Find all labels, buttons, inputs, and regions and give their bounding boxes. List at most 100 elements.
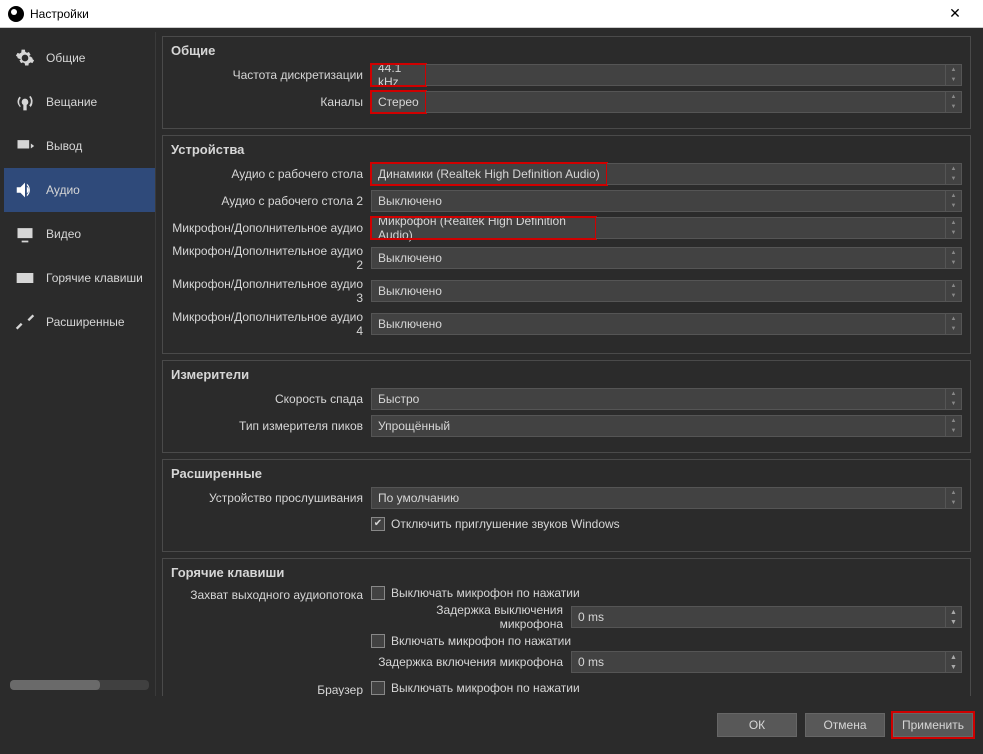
decay-label: Скорость спада <box>171 392 371 406</box>
apply-button[interactable]: Применить <box>893 713 973 737</box>
audio-icon <box>14 179 36 201</box>
ok-button[interactable]: ОК <box>717 713 797 737</box>
spinner-icon[interactable]: ▲▼ <box>945 416 961 436</box>
sidebar-label: Расширенные <box>46 315 125 329</box>
section-title: Устройства <box>171 142 962 157</box>
sidebar-item-stream[interactable]: Вещание <box>4 80 155 124</box>
mic-aux2-value: Выключено <box>378 251 442 265</box>
spinner-icon[interactable]: ▲▼ <box>945 218 961 238</box>
sidebar-label: Горячие клавиши <box>46 271 143 285</box>
sidebar-item-audio[interactable]: Аудио <box>4 168 155 212</box>
sidebar-label: Аудио <box>46 183 80 197</box>
footer: ОК Отмена Применить <box>0 700 983 750</box>
spinner-icon[interactable]: ▲▼ <box>945 607 961 627</box>
spinner-icon[interactable]: ▲▼ <box>945 314 961 334</box>
spinner-icon[interactable]: ▲▼ <box>945 488 961 508</box>
sample-rate-value: 44.1 kHz <box>378 61 419 89</box>
sidebar-label: Вещание <box>46 95 97 109</box>
mute-delay-label: Задержка выключения микрофона <box>371 603 571 631</box>
output-icon <box>14 135 36 157</box>
sidebar-item-output[interactable]: Вывод <box>4 124 155 168</box>
spinner-icon[interactable]: ▲▼ <box>945 164 961 184</box>
titlebar: Настройки ✕ <box>0 0 983 28</box>
channels-select[interactable]: Стерео <box>371 91 426 113</box>
mic-aux-value: Микрофон (Realtek High Definition Audio) <box>378 214 589 242</box>
section-meters: Измерители Скорость спада Быстро ▲▼ Тип … <box>162 360 971 453</box>
main-panel: Общие Частота дискретизации 44.1 kHz ▲▼ … <box>156 32 979 696</box>
ducking-checkbox[interactable] <box>371 517 385 531</box>
mic-aux-select-ext[interactable]: ▲▼ <box>596 217 962 239</box>
browser-mute-checkbox[interactable] <box>371 681 385 695</box>
channels-select-ext[interactable]: ▲▼ <box>426 91 962 113</box>
section-title: Расширенные <box>171 466 962 481</box>
mic-aux4-value: Выключено <box>378 317 442 331</box>
desktop-audio2-value: Выключено <box>378 194 442 208</box>
ducking-label: Отключить приглушение звуков Windows <box>391 517 620 531</box>
sidebar-scrollbar[interactable] <box>10 680 149 690</box>
decay-value: Быстро <box>378 392 419 406</box>
browser-mute-label: Выключать микрофон по нажатии <box>391 681 580 695</box>
sample-rate-select-ext[interactable]: ▲▼ <box>426 64 962 86</box>
mic-aux-label: Микрофон/Дополнительное аудио <box>171 221 371 235</box>
section-title: Измерители <box>171 367 962 382</box>
mute-push-checkbox[interactable] <box>371 586 385 600</box>
app-icon <box>8 6 24 22</box>
section-general: Общие Частота дискретизации 44.1 kHz ▲▼ … <box>162 36 971 129</box>
cancel-button[interactable]: Отмена <box>805 713 885 737</box>
section-title: Общие <box>171 43 962 58</box>
browser-label: Браузер <box>171 681 371 696</box>
sidebar-label: Видео <box>46 227 81 241</box>
unmute-push-label: Включать микрофон по нажатии <box>391 634 571 648</box>
unmute-delay-label: Задержка включения микрофона <box>371 655 571 669</box>
gear-icon <box>14 47 36 69</box>
section-hotkeys: Горячие клавиши Захват выходного аудиопо… <box>162 558 971 696</box>
peak-type-value: Упрощённый <box>378 419 450 433</box>
spinner-icon[interactable]: ▲▼ <box>945 281 961 301</box>
broadcast-icon <box>14 91 36 113</box>
spinner-icon[interactable]: ▲▼ <box>945 389 961 409</box>
unmute-delay-input[interactable]: 0 ms ▲▼ <box>571 651 962 673</box>
sidebar-item-video[interactable]: Видео <box>4 212 155 256</box>
section-title: Горячие клавиши <box>171 565 962 580</box>
section-advanced: Расширенные Устройство прослушивания По … <box>162 459 971 552</box>
sidebar: Общие Вещание Вывод Аудио Видео Горячие … <box>4 32 156 696</box>
spinner-icon[interactable]: ▲▼ <box>945 191 961 211</box>
sidebar-item-general[interactable]: Общие <box>4 36 155 80</box>
mic-aux3-select[interactable]: Выключено ▲▼ <box>371 280 962 302</box>
desktop-audio-select-ext[interactable]: ▲▼ <box>607 163 962 185</box>
channels-label: Каналы <box>171 95 371 109</box>
mic-aux3-label: Микрофон/Дополнительное аудио 3 <box>171 277 371 305</box>
unmute-push-checkbox[interactable] <box>371 634 385 648</box>
monitoring-value: По умолчанию <box>378 491 459 505</box>
desktop-audio-value: Динамики (Realtek High Definition Audio) <box>378 167 600 181</box>
spinner-icon[interactable]: ▲▼ <box>945 248 961 268</box>
sample-rate-select[interactable]: 44.1 kHz <box>371 64 426 86</box>
mic-aux-select[interactable]: Микрофон (Realtek High Definition Audio) <box>371 217 596 239</box>
unmute-delay-value: 0 ms <box>578 655 604 669</box>
capture-label: Захват выходного аудиопотока <box>171 586 371 602</box>
desktop-audio2-select[interactable]: Выключено ▲▼ <box>371 190 962 212</box>
peak-type-label: Тип измерителя пиков <box>171 419 371 433</box>
spinner-icon[interactable]: ▲▼ <box>945 652 961 672</box>
keyboard-icon <box>14 267 36 289</box>
desktop-audio-select[interactable]: Динамики (Realtek High Definition Audio) <box>371 163 607 185</box>
close-button[interactable]: ✕ <box>935 5 975 22</box>
sidebar-item-advanced[interactable]: Расширенные <box>4 300 155 344</box>
sidebar-item-hotkeys[interactable]: Горячие клавиши <box>4 256 155 300</box>
desktop-audio2-label: Аудио с рабочего стола 2 <box>171 194 371 208</box>
decay-select[interactable]: Быстро ▲▼ <box>371 388 962 410</box>
spinner-icon[interactable]: ▲▼ <box>945 65 961 85</box>
desktop-audio-label: Аудио с рабочего стола <box>171 167 371 181</box>
monitoring-select[interactable]: По умолчанию ▲▼ <box>371 487 962 509</box>
sidebar-label: Вывод <box>46 139 82 153</box>
monitoring-label: Устройство прослушивания <box>171 491 371 505</box>
spinner-icon[interactable]: ▲▼ <box>945 92 961 112</box>
mute-push-label: Выключать микрофон по нажатии <box>391 586 580 600</box>
mute-delay-input[interactable]: 0 ms ▲▼ <box>571 606 962 628</box>
mic-aux4-select[interactable]: Выключено ▲▼ <box>371 313 962 335</box>
sidebar-label: Общие <box>46 51 85 65</box>
mic-aux4-label: Микрофон/Дополнительное аудио 4 <box>171 310 371 338</box>
mic-aux2-select[interactable]: Выключено ▲▼ <box>371 247 962 269</box>
peak-type-select[interactable]: Упрощённый ▲▼ <box>371 415 962 437</box>
video-icon <box>14 223 36 245</box>
